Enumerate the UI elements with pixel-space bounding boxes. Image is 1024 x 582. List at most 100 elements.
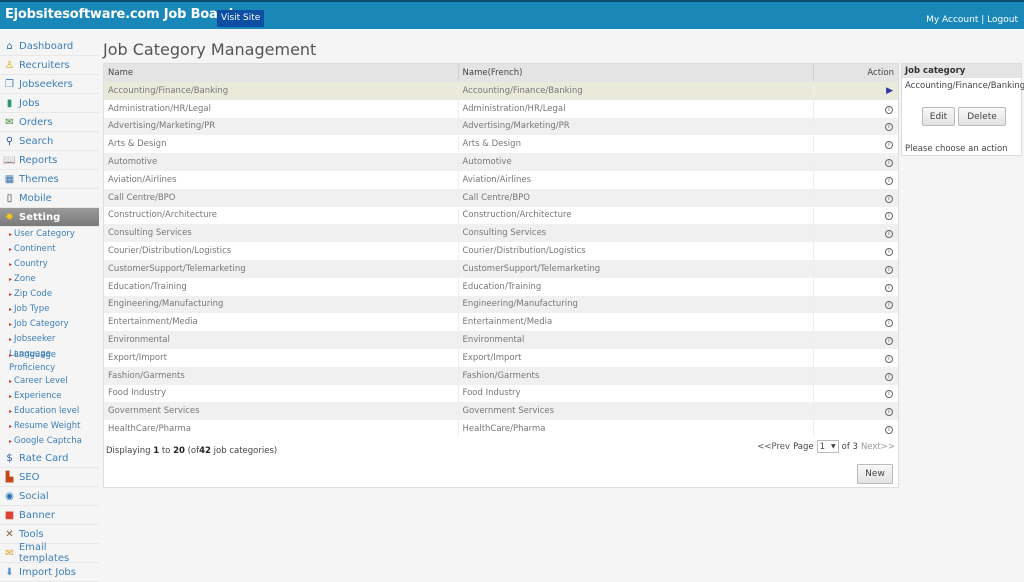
selected-arrow-icon[interactable]: ▶ <box>886 86 893 96</box>
table-row[interactable]: Automotive Automotive i <box>104 153 898 171</box>
cell-name-french: Environmental <box>458 331 814 349</box>
table-header-row: Name Name(French) Action <box>104 64 898 82</box>
info-icon[interactable]: i <box>885 426 893 435</box>
reports-icon: 📖 <box>3 154 16 166</box>
bullet-icon: ▸ <box>9 231 13 238</box>
next-link[interactable]: Next>> <box>861 442 895 452</box>
table-row[interactable]: Call Centre/BPO Call Centre/BPO i <box>104 188 898 207</box>
column-header-name-french[interactable]: Name(French) <box>458 64 814 82</box>
info-icon[interactable]: i <box>885 230 893 239</box>
table-row[interactable]: CustomerSupport/Telemarketing CustomerSup… <box>104 259 898 278</box>
sidebar-subitem-experience[interactable]: ▸ Experience <box>0 389 99 404</box>
sidebar-item-label: Dashboard <box>19 40 74 52</box>
column-header-name[interactable]: Name <box>104 64 459 82</box>
new-button[interactable]: New <box>857 464 893 484</box>
sidebar-item-email-templates[interactable]: ✉ Email templates <box>0 542 99 564</box>
sidebar-subitem-google-captcha[interactable]: ▸ Google Captcha <box>0 434 99 449</box>
table-row[interactable]: HealthCare/Pharma HealthCare/Pharma i <box>104 420 898 438</box>
delete-button[interactable]: Delete <box>958 107 1006 126</box>
info-icon[interactable]: i <box>885 123 893 132</box>
cell-name-french: Call Centre/BPO <box>458 188 814 207</box>
gear-icon: ✹ <box>5 211 14 223</box>
table-row[interactable]: Arts & Design Arts & Design i <box>104 135 898 154</box>
sidebar-item-seo[interactable]: ▙ SEO <box>0 468 99 487</box>
info-icon[interactable]: i <box>885 248 893 257</box>
sidebar-subitem-career-level[interactable]: ▸ Career Level <box>0 374 99 389</box>
sidebar-item-recruiters[interactable]: ♙ Recruiters <box>0 56 99 75</box>
sidebar-item-mobile[interactable]: ▯ Mobile <box>0 189 99 208</box>
cell-name: Administration/HR/Legal <box>104 99 459 118</box>
edit-button[interactable]: Edit <box>922 107 955 126</box>
info-icon[interactable]: i <box>885 159 893 168</box>
sidebar-item-jobs[interactable]: ▮ Jobs <box>0 94 99 113</box>
sidebar-item-search[interactable]: ⚲ Search <box>0 132 99 151</box>
table-row[interactable]: Consulting Services Consulting Services i <box>104 224 898 243</box>
cell-name: Export/Import <box>104 348 459 367</box>
table-row[interactable]: Construction/Architecture Construction/Ar… <box>104 206 898 225</box>
prev-link[interactable]: <<Prev <box>757 442 790 452</box>
sidebar-subitem-resume-weight[interactable]: ▸ Resume Weight <box>0 419 99 434</box>
sidebar-item-import-jobs[interactable]: ⬇ Import Jobs <box>0 563 99 582</box>
logout-link[interactable]: Logout <box>987 15 1018 25</box>
sidebar-subitem-job-category[interactable]: ▸ Job Category <box>0 317 99 332</box>
sidebar-subitem-education-level[interactable]: ▸ Education level <box>0 404 99 419</box>
cell-action: i <box>813 135 898 153</box>
sidebar-item-dashboard[interactable]: ⌂ Dashboard <box>0 37 99 56</box>
sidebar-item-label: SEO <box>19 471 40 483</box>
table-row[interactable]: Food Industry Food Industry i <box>104 384 898 403</box>
sidebar-item-social[interactable]: ◉ Social <box>0 487 99 506</box>
info-icon[interactable]: i <box>885 301 893 310</box>
info-icon[interactable]: i <box>885 194 893 203</box>
table-row[interactable]: Courier/Distribution/Logistics Courier/Di… <box>104 242 898 260</box>
sidebar-subitem-continent[interactable]: ▸ Continent <box>0 242 99 257</box>
cell-name: Advertising/Marketing/PR <box>104 117 459 136</box>
table-row[interactable]: Export/Import Export/Import i <box>104 348 898 367</box>
sidebar-subitem-zone[interactable]: ▸ Zone <box>0 272 99 287</box>
info-icon[interactable]: i <box>885 372 893 381</box>
table-row[interactable]: Accounting/Finance/Banking Accounting/Fin… <box>104 82 898 100</box>
table-row[interactable]: Government Services Government Services i <box>104 402 898 421</box>
sidebar-item-jobseekers[interactable]: ❐ Jobseekers <box>0 75 99 94</box>
sidebar-subitem-zip-code[interactable]: ▸ Zip Code <box>0 287 99 302</box>
sidebar-subitem-job-type[interactable]: ▸ Job Type <box>0 302 99 317</box>
info-icon[interactable]: i <box>885 176 893 185</box>
display-to-word: to <box>161 446 171 456</box>
my-account-link[interactable]: My Account <box>926 15 978 25</box>
table-row[interactable]: Aviation/Airlines Aviation/Airlines i <box>104 170 898 189</box>
sidebar-subitem-country[interactable]: ▸ Country <box>0 257 99 272</box>
table-row[interactable]: Education/Training Education/Training i <box>104 277 898 296</box>
sidebar-item-label: Import Jobs <box>19 566 76 578</box>
info-icon[interactable]: i <box>885 212 893 221</box>
table-row[interactable]: Advertising/Marketing/PR Advertising/Mark… <box>104 117 898 136</box>
sidebar-subitem-user-category[interactable]: ▸ User Category <box>0 227 99 242</box>
sidebar-item-label: Banner <box>19 509 55 521</box>
info-icon[interactable]: i <box>885 408 893 417</box>
info-icon[interactable]: i <box>885 105 893 114</box>
sidebar-subitem-language-proficiency[interactable]: ▸ Language Proficiency <box>0 347 99 374</box>
sidebar-subitem-jobseeker-language[interactable]: ▸ Jobseeker Language <box>0 332 99 359</box>
visit-site-button[interactable]: Visit Site <box>217 10 265 27</box>
info-icon[interactable]: i <box>885 337 893 346</box>
info-icon[interactable]: i <box>885 354 893 363</box>
sidebar-item-banner[interactable]: ■ Banner <box>0 506 99 525</box>
sidebar-item-rate-card[interactable]: $ Rate Card <box>0 449 99 468</box>
table-row[interactable]: Administration/HR/Legal Administration/HR… <box>104 99 898 118</box>
table-row[interactable]: Environmental Environmental i <box>104 331 898 349</box>
sidebar-item-setting[interactable]: ✹ Setting <box>0 208 99 227</box>
info-icon[interactable]: i <box>885 283 893 292</box>
table-row[interactable]: Entertainment/Media Entertainment/Media i <box>104 313 898 332</box>
page-select[interactable]: 1 ▼ <box>816 440 839 453</box>
info-icon[interactable]: i <box>885 265 893 274</box>
info-icon[interactable]: i <box>885 141 893 150</box>
sidebar-item-reports[interactable]: 📖 Reports <box>0 151 99 170</box>
info-icon[interactable]: i <box>885 390 893 399</box>
sidebar-item-label: Themes <box>19 173 59 185</box>
sidebar-item-label: Tools <box>19 528 44 540</box>
top-bar: Ejobsitesoftware.com Job Board Visit Sit… <box>0 0 1024 29</box>
sidebar-item-orders[interactable]: ✉ Orders <box>0 113 99 132</box>
sidebar-item-themes[interactable]: ▦ Themes <box>0 170 99 189</box>
table-row[interactable]: Engineering/Manufacturing Engineering/Man… <box>104 295 898 314</box>
table-row[interactable]: Fashion/Garments Fashion/Garments i <box>104 366 898 385</box>
info-icon[interactable]: i <box>885 319 893 328</box>
account-links: My Account | Logout <box>926 15 1018 25</box>
